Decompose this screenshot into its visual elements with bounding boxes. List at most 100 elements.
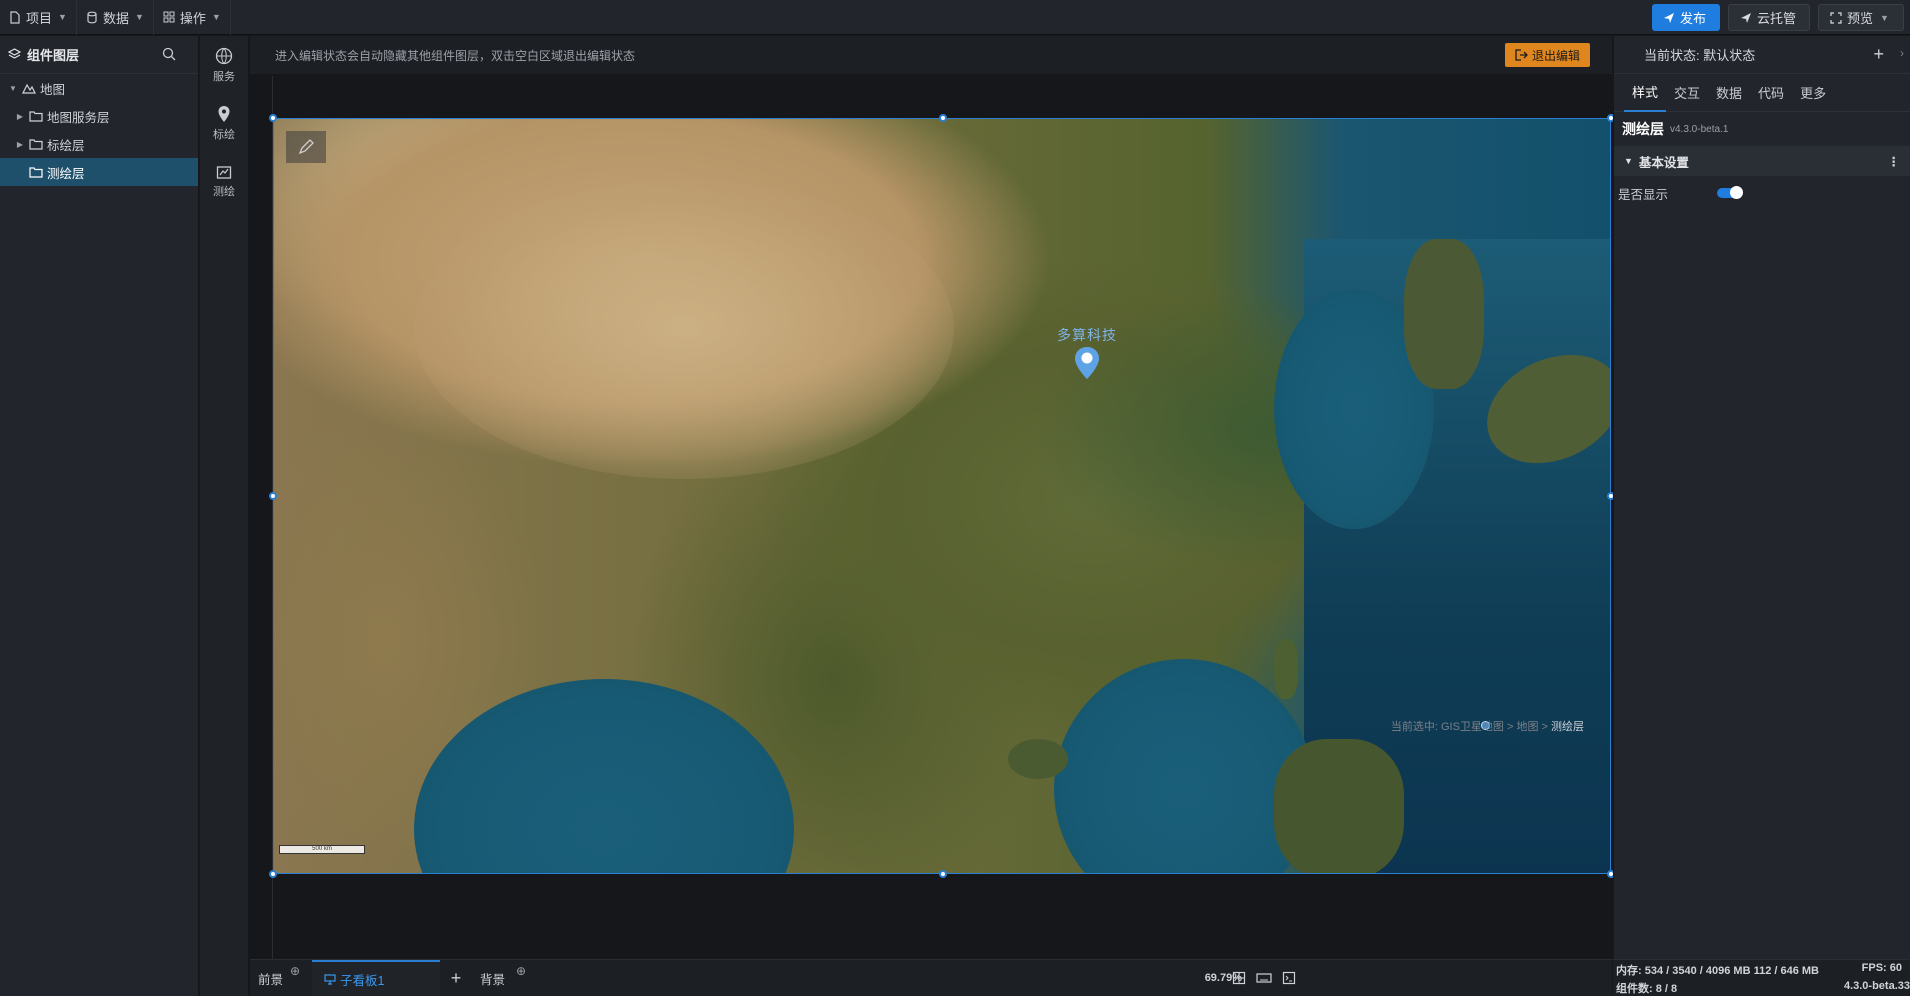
props-tabs: 样式 交互 数据 代码 更多 [1614, 74, 1910, 112]
map-icon [22, 83, 36, 94]
pencil-icon[interactable] [286, 131, 326, 163]
caret-down-icon[interactable]: ▼ [8, 84, 18, 93]
tab-more[interactable]: 更多 [1792, 74, 1834, 112]
breadcrumb-current: 测绘层 [1551, 721, 1584, 733]
properties-panel: 当前状态: 默认状态 + › 样式 交互 数据 代码 更多 测绘层 v4.3.0… [1613, 36, 1910, 959]
current-state-label[interactable]: 当前状态: 默认状态 [1644, 45, 1755, 64]
folder-icon [29, 167, 43, 178]
component-name: 测绘层 [1622, 121, 1664, 137]
resize-handle[interactable] [269, 870, 277, 878]
visibility-row: 是否显示 [1614, 176, 1910, 210]
section-title: 基本设置 [1638, 155, 1689, 170]
tab-label: 前景 [258, 972, 284, 987]
tree-item-map-service-layer[interactable]: ▶ 地图服务层 [0, 102, 198, 130]
bay-of-bengal [414, 679, 794, 873]
chevron-down-icon: ▼ [58, 12, 67, 22]
send-icon [1664, 12, 1674, 23]
edit-hint-text: 进入编辑状态会自动隐藏其他组件图层，双击空白区域退出编辑状态 [275, 48, 636, 63]
add-icon[interactable]: + [1873, 44, 1884, 65]
visibility-toggle[interactable] [1717, 186, 1743, 199]
globe-icon [215, 47, 233, 64]
tree-item-map[interactable]: ▼ 地图 [0, 74, 198, 102]
chevron-down-icon: ▼ [211, 12, 221, 22]
grid-icon [163, 11, 175, 23]
database-icon [87, 11, 97, 23]
tibetan-plateau [414, 179, 954, 479]
resize-handle[interactable] [939, 870, 947, 878]
menu-project[interactable]: 项目 ▼ [0, 0, 77, 35]
exit-edit-button[interactable]: 退出编辑 [1504, 43, 1590, 67]
tab-label: 数据 [1716, 86, 1743, 101]
add-circle-icon[interactable]: ⊕ [290, 964, 300, 978]
publish-button[interactable]: 发布 [1652, 4, 1720, 31]
cloud-hosting-button[interactable]: 云托管 [1728, 4, 1810, 31]
add-circle-icon[interactable]: ⊕ [516, 964, 526, 978]
status-bar: 内存: 534 / 3540 / 4096 MB 112 / 646 MB FP… [1613, 959, 1910, 996]
fit-screen-icon[interactable] [1232, 971, 1246, 985]
component-strip: 服务 标绘 测绘 [200, 36, 249, 996]
tree-item-label: 地图 [40, 82, 66, 97]
tab-code[interactable]: 代码 [1750, 74, 1792, 112]
section-basic-settings[interactable]: ▼ 基本设置 ⋮ [1614, 146, 1910, 176]
tree-item-survey-layer[interactable]: 测绘层 [0, 158, 198, 186]
south-china-sea [1054, 659, 1314, 873]
layers-header: 组件图层 [0, 36, 198, 74]
resize-handle[interactable] [269, 492, 277, 500]
terminal-icon[interactable] [1282, 971, 1296, 985]
tab-foreground[interactable]: 前景 ⊕ [250, 960, 312, 996]
exit-icon [1515, 49, 1528, 61]
editor-canvas[interactable]: 进入编辑状态会自动隐藏其他组件图层，双击空白区域退出编辑状态 退出编辑 多算科技 [250, 36, 1615, 959]
edit-hint-bar: 进入编辑状态会自动隐藏其他组件图层，双击空白区域退出编辑状态 退出编辑 [250, 36, 1612, 74]
tab-background[interactable]: 背景 ⊕ [472, 960, 542, 996]
menu-data[interactable]: 数据 ▼ [77, 0, 154, 35]
memory-usage: 内存: 534 / 3540 / 4096 MB 112 / 646 MB [1616, 965, 1820, 977]
resize-handle[interactable] [939, 114, 947, 122]
tree-item-plot-layer[interactable]: ▶ 标绘层 [0, 130, 198, 158]
satellite-map[interactable]: 多算科技 500 km [273, 118, 1611, 874]
tab-label: 子看板1 [340, 973, 385, 988]
menu-project-label: 项目 [26, 10, 53, 26]
survey-icon [216, 165, 232, 179]
top-toolbar: 项目 ▼ 数据 ▼ 操作 ▼ 发布 云托管 预览 ▼ [0, 0, 1910, 35]
tree-item-label: 地图服务层 [47, 110, 110, 125]
tab-data[interactable]: 数据 [1708, 74, 1750, 112]
search-icon[interactable] [162, 47, 176, 61]
component-title: 测绘层 v4.3.0-beta.1 [1614, 112, 1910, 146]
caret-right-icon[interactable]: ▶ [15, 140, 25, 149]
tab-interaction[interactable]: 交互 [1666, 74, 1708, 112]
resize-handle[interactable] [269, 114, 277, 122]
map-marker[interactable]: 多算科技 [1052, 325, 1122, 384]
scale-bar: 500 km [279, 845, 365, 854]
caret-right-icon[interactable]: ▶ [15, 112, 25, 121]
visibility-label: 是否显示 [1618, 187, 1669, 202]
location-pin-icon [1075, 347, 1099, 379]
keyboard-icon[interactable] [1256, 971, 1272, 985]
app-version: 4.3.0-beta.33 [1843, 980, 1910, 992]
strip-label: 标绘 [213, 128, 235, 141]
more-vertical-icon[interactable]: ⋮ [1888, 154, 1901, 169]
preview-button[interactable]: 预览 ▼ [1818, 4, 1904, 31]
component-count: 组件数: 8 / 8 [1616, 983, 1678, 995]
canvas-tools [1232, 971, 1296, 985]
component-version: v4.3.0-beta.1 [1670, 123, 1729, 135]
chevron-down-icon: ▼ [1880, 12, 1889, 23]
tab-sub-board-1[interactable]: 子看板1 [312, 959, 440, 996]
exit-edit-label: 退出编辑 [1531, 48, 1580, 63]
tab-style[interactable]: 样式 [1624, 74, 1667, 112]
chevron-down-icon: ▼ [134, 12, 144, 22]
add-board-button[interactable]: + [440, 960, 472, 996]
monitor-icon [324, 974, 336, 985]
taiwan [1274, 639, 1298, 699]
tab-label: 更多 [1800, 86, 1827, 101]
strip-item-survey[interactable]: 测绘 [200, 152, 248, 210]
strip-item-plot[interactable]: 标绘 [200, 94, 248, 152]
tab-label: 样式 [1632, 85, 1659, 100]
tree-item-label: 标绘层 [47, 138, 85, 153]
menu-operate[interactable]: 操作 ▼ [154, 0, 231, 35]
chevron-right-icon[interactable]: › [1900, 46, 1904, 60]
strip-item-service[interactable]: 服务 [200, 36, 248, 94]
location-pin-icon [218, 105, 230, 122]
menu-operate-label: 操作 [179, 10, 206, 26]
publish-label: 发布 [1680, 11, 1707, 26]
menu-data-label: 数据 [102, 10, 129, 26]
